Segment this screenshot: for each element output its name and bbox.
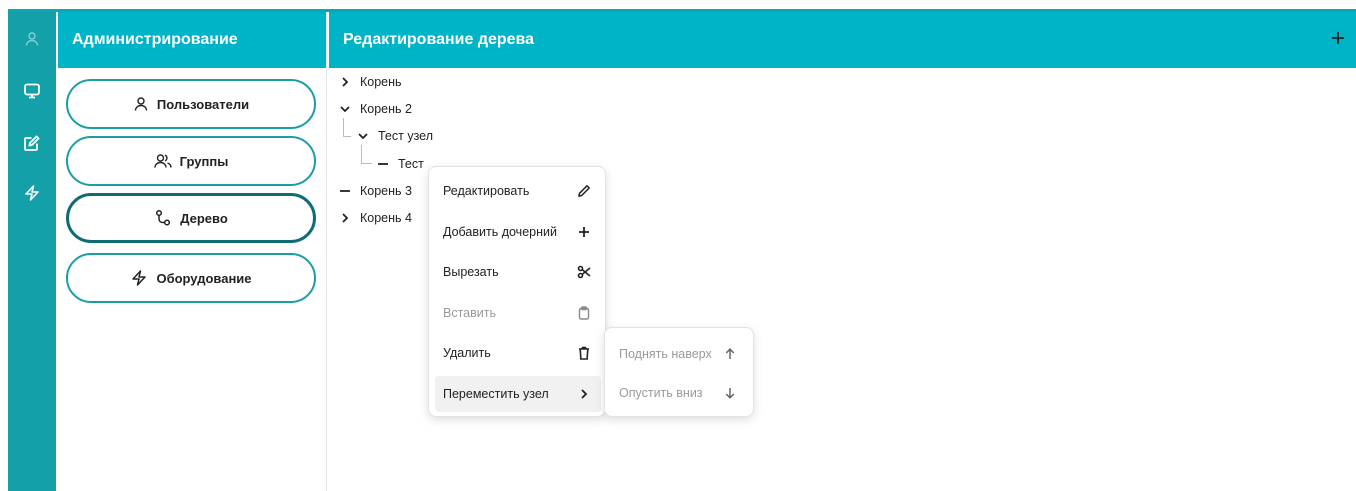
tree-button[interactable]: Дерево (66, 193, 316, 243)
menu-item-add-child[interactable]: Добавить дочерний (435, 214, 601, 250)
tree-connector (343, 118, 351, 137)
clipboard-icon (577, 306, 591, 320)
menu-item-label: Поднять наверх (619, 347, 712, 361)
tree-node-label: Корень 3 (360, 184, 412, 198)
dash-icon (376, 157, 390, 171)
admin-panel-title: Администрирование (58, 12, 326, 68)
menu-item-label: Редактировать (443, 184, 530, 198)
equipment-button-label: Оборудование (156, 270, 252, 286)
tree-panel-title: Редактирование дерева (343, 31, 535, 48)
admin-panel: Администрирование Пользователи Группы Де… (58, 12, 327, 491)
menu-item-move-node[interactable]: Переместить узел (435, 376, 601, 412)
users-button-label: Пользователи (156, 96, 250, 112)
monitor-icon[interactable] (8, 74, 56, 108)
context-menu: Редактировать Добавить дочерний Вырезать… (428, 166, 606, 417)
arrow-down-icon (723, 386, 737, 400)
users-button[interactable]: Пользователи (66, 79, 316, 129)
menu-item-cut[interactable]: Вырезать (435, 254, 601, 290)
edit-icon[interactable] (8, 126, 56, 160)
pencil-icon (577, 184, 591, 198)
tree-node[interactable]: Корень (338, 72, 402, 92)
user-icon[interactable] (8, 22, 56, 56)
tree-panel-header: Редактирование дерева (329, 12, 1356, 68)
tree-node-label: Корень (360, 75, 402, 89)
tree-node[interactable]: Тест (376, 154, 424, 174)
chevron-right-icon[interactable] (338, 211, 352, 225)
menu-item-label: Вставить (443, 306, 496, 320)
plus-icon (1331, 31, 1345, 50)
scissors-icon (577, 265, 591, 279)
add-root-button[interactable] (1324, 26, 1352, 54)
arrow-up-icon (723, 347, 737, 361)
menu-item-paste[interactable]: Вставить (435, 295, 601, 331)
menu-item-label: Переместить узел (443, 387, 549, 401)
groups-button[interactable]: Группы (66, 136, 316, 186)
groups-button-label: Группы (179, 153, 229, 169)
menu-item-label: Опустить вниз (619, 386, 703, 400)
equipment-button[interactable]: Оборудование (66, 253, 316, 303)
chevron-down-icon[interactable] (338, 102, 352, 116)
bolt-icon (130, 269, 148, 287)
menu-item-edit[interactable]: Редактировать (435, 173, 601, 209)
menu-item-move-up[interactable]: Поднять наверх (611, 336, 749, 372)
trash-icon (577, 346, 591, 360)
tree-button-label: Дерево (180, 210, 228, 226)
tree-node[interactable]: Тест узел (356, 126, 433, 146)
plus-icon (577, 225, 591, 239)
tree-node-label: Тест (398, 157, 424, 171)
tree-node-label: Тест узел (378, 129, 434, 143)
menu-item-label: Удалить (443, 346, 491, 360)
tree-connector (361, 145, 372, 164)
icon-rail (8, 12, 56, 491)
tree-node[interactable]: Корень 4 (338, 208, 412, 228)
tree-node-label: Корень 4 (360, 211, 412, 225)
tree-node[interactable]: Корень 2 (338, 99, 412, 119)
tree-icon (154, 209, 172, 227)
users-icon (153, 153, 172, 169)
menu-item-move-down[interactable]: Опустить вниз (611, 375, 749, 411)
chevron-right-icon (577, 387, 591, 401)
chevron-right-icon[interactable] (338, 75, 352, 89)
bolt-icon[interactable] (8, 176, 56, 210)
move-submenu: Поднять наверх Опустить вниз (604, 327, 754, 417)
tree-node-label: Корень 2 (360, 102, 412, 116)
menu-item-label: Добавить дочерний (443, 225, 557, 239)
menu-item-label: Вырезать (443, 265, 499, 279)
tree-node[interactable]: Корень 3 (338, 181, 412, 201)
menu-item-delete[interactable]: Удалить (435, 335, 601, 371)
chevron-down-icon[interactable] (356, 129, 370, 143)
user-icon (133, 96, 149, 112)
dash-icon (338, 184, 352, 198)
